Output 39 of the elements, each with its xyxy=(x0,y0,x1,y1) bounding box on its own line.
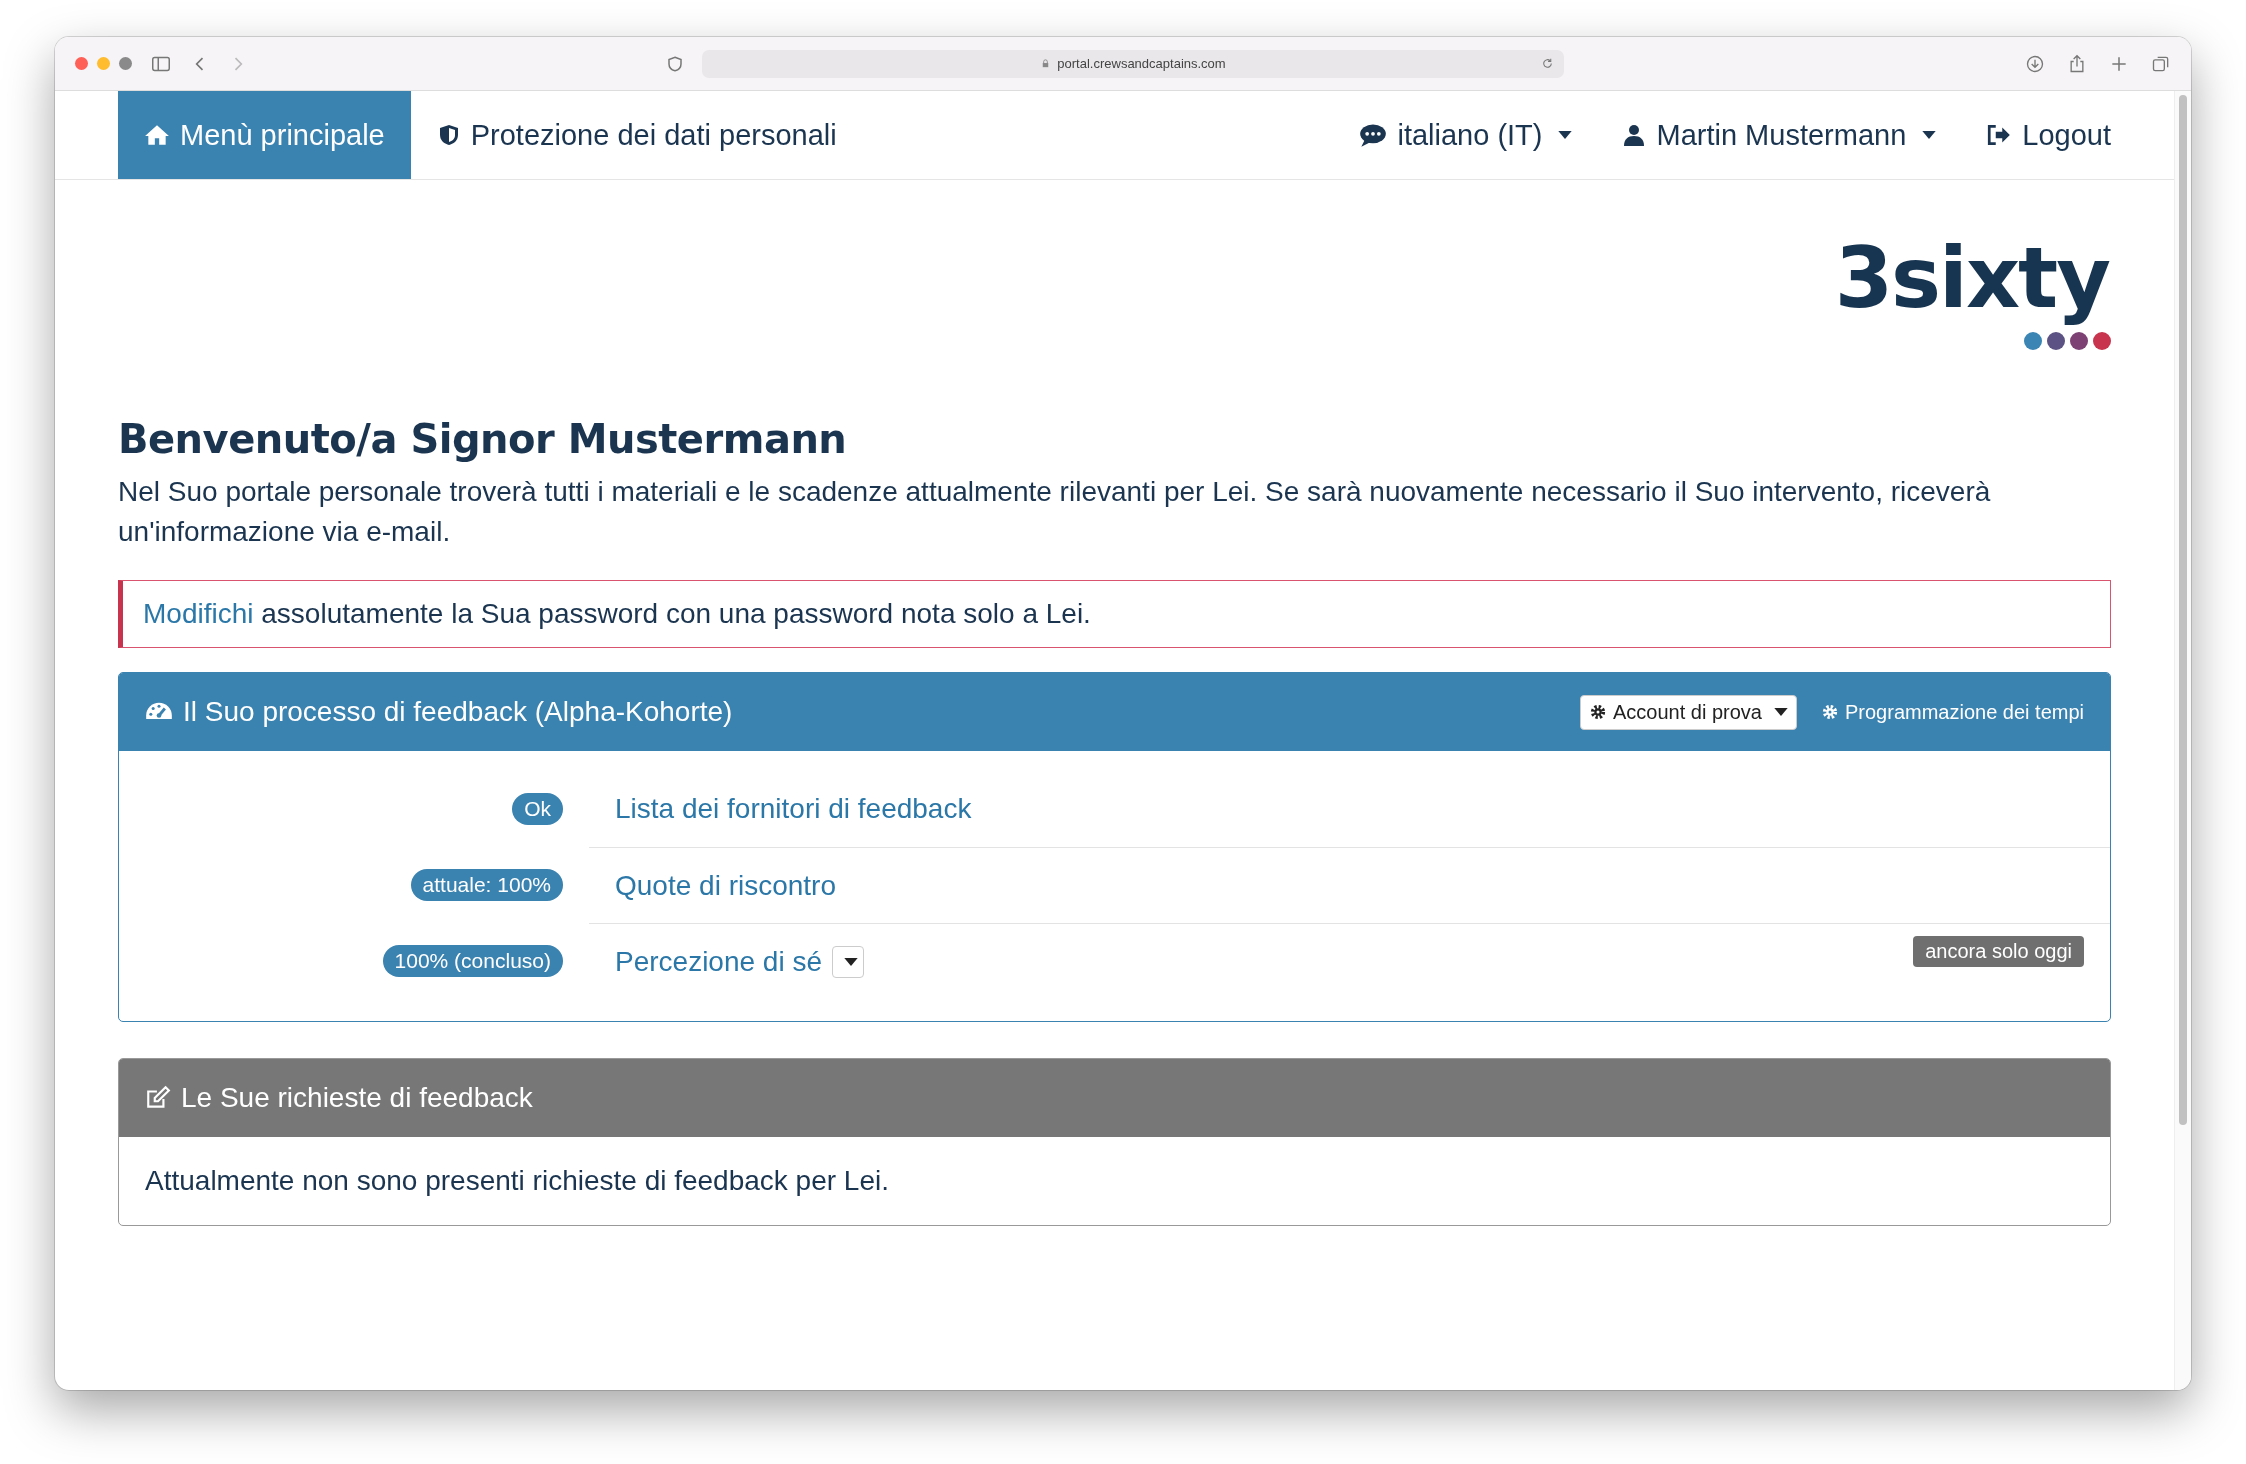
logo: 3sixty xyxy=(1833,228,2111,329)
caret-icon xyxy=(1774,708,1788,716)
logout-link[interactable]: Logout xyxy=(1936,91,2111,179)
empty-message: Attualmente non sono presenti richieste di feedback per Lei. xyxy=(144,1164,890,1198)
panel-title: Le Sue richieste di feedback xyxy=(181,1082,533,1114)
language-menu[interactable]: italiano (IT) xyxy=(1309,91,1573,179)
feedback-step-link[interactable]: Lista dei fornitori di feedback xyxy=(615,793,972,825)
status-badge: attuale: 100% xyxy=(410,869,563,901)
shield-icon xyxy=(666,54,684,73)
panel-title: Il Suo processo di feedback (Alpha-Kohorte) xyxy=(183,696,733,728)
caret-icon xyxy=(844,957,858,966)
feedback-step-link[interactable]: Quote di riscontro xyxy=(615,869,836,902)
status-badge: 100% (concluso) xyxy=(382,945,563,977)
address-bar[interactable]: portal.crewsandcaptains.com xyxy=(702,49,1564,78)
caret-icon xyxy=(1558,131,1573,139)
download-icon xyxy=(2025,53,2045,74)
zoom-icon[interactable] xyxy=(119,57,132,70)
feedback-step-link[interactable]: Percezione di sé xyxy=(615,945,822,978)
reload-icon xyxy=(1541,56,1554,70)
schedule-link[interactable]: Programmazione dei tempi xyxy=(1821,700,2084,724)
gear-icon xyxy=(1821,703,1839,721)
change-password-link[interactable]: Modifichi xyxy=(143,598,254,629)
dropdown-button[interactable] xyxy=(832,945,864,978)
status-badge: Ok xyxy=(512,793,563,825)
close-icon[interactable] xyxy=(75,57,88,70)
minimize-icon[interactable] xyxy=(97,57,110,70)
welcome-text: Nel Suo portale personale troverà tutti i materiali e le scadenze attualmente rilevanti per Lei. Se sarà nuovamente necessario il Suo intervento, riceverà un'informazione via e-mail. xyxy=(118,475,1992,549)
caret-icon xyxy=(1922,131,1937,139)
user-menu[interactable]: Martin Mustermann xyxy=(1572,91,1937,179)
account-dropdown[interactable]: Account di prova xyxy=(1580,694,1797,730)
deadline-badge: ancora solo oggi xyxy=(1913,936,2084,967)
welcome-heading: Benvenuto/a Signor Mustermann xyxy=(118,416,848,462)
gear-icon xyxy=(1589,703,1607,721)
privacy-tab[interactable]: Protezione dei dati personali xyxy=(410,91,863,179)
scrollbar-thumb[interactable] xyxy=(2179,95,2187,1125)
user-icon xyxy=(1622,123,1647,147)
password-alert: Modifichi assolutamente la Sua password con una password nota solo a Lei. xyxy=(118,580,2111,648)
main-menu-tab[interactable]: Menù principale xyxy=(118,91,411,179)
edit-icon xyxy=(145,1085,171,1111)
